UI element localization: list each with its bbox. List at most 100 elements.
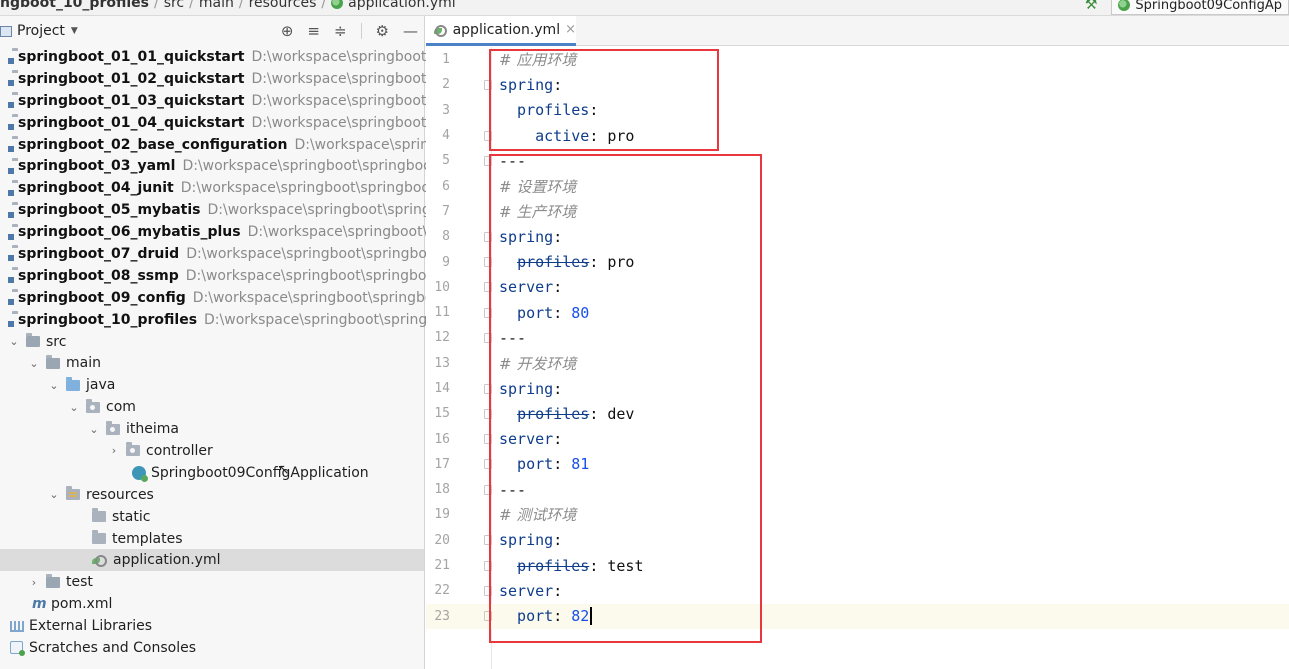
fold-marker-icon[interactable] [484, 257, 492, 268]
expand-all-icon[interactable]: ≡ [307, 22, 320, 40]
tree-node-src[interactable]: ⌄ src [0, 331, 424, 353]
tree-node-controller[interactable]: › controller [0, 440, 424, 462]
module-row[interactable]: springboot_01_01_quickstart D:\workspace\… [0, 46, 438, 68]
run-configuration-selector[interactable]: Springboot09ConfigAp [1111, 0, 1289, 15]
chevron-down-icon[interactable]: ⌄ [48, 379, 60, 392]
code-line[interactable]: 19 # 测试环境 [426, 502, 1289, 527]
module-row[interactable]: springboot_07_druid D:\workspace\springbo… [0, 243, 435, 265]
code-line[interactable]: 10 server: [426, 275, 1289, 300]
fold-marker-icon[interactable] [484, 332, 492, 343]
tree-node-test[interactable]: › test [0, 571, 424, 593]
code-line[interactable]: 9 profiles: pro [426, 249, 1289, 274]
fold-marker-icon[interactable] [484, 434, 492, 445]
tree-node-application-class[interactable]: Springboot09ConfigApplication ↖ [0, 462, 424, 484]
code-line[interactable]: 4 active: pro [426, 123, 1289, 148]
chevron-down-icon[interactable]: ⌄ [8, 335, 20, 348]
code-line[interactable]: 5 --- [426, 148, 1289, 173]
breadcrumb-item-file[interactable]: application.yml [348, 0, 456, 11]
code-editor[interactable]: 1 # 应用环境 2 spring: 3 profiles: 4 active: pro 5… [426, 47, 1289, 629]
module-row[interactable]: springboot_01_02_quickstart D:\workspace\… [0, 68, 438, 90]
breadcrumb-item-main[interactable]: main [199, 0, 234, 11]
chevron-right-icon[interactable]: › [28, 576, 40, 589]
tree-node-java[interactable]: ⌄ java [0, 374, 424, 396]
fold-marker-icon[interactable] [484, 307, 492, 318]
tree-node-scratches[interactable]: Scratches and Consoles [0, 637, 424, 659]
fold-marker-icon[interactable] [484, 231, 492, 242]
code-line[interactable]: 15 profiles: dev [426, 401, 1289, 426]
code-line[interactable]: 13 # 开发环境 [426, 351, 1289, 376]
tree-node-application-yml[interactable]: application.yml [0, 549, 424, 572]
yaml-file-icon [434, 24, 448, 37]
module-row[interactable]: springboot_03_yaml D:\workspace\springboo… [0, 155, 432, 177]
fold-marker-icon[interactable] [484, 130, 492, 141]
collapse-all-icon[interactable]: ≑ [334, 22, 347, 40]
tree-node-static[interactable]: static [0, 506, 424, 528]
module-row[interactable]: springboot_01_03_quickstart D:\workspace\… [0, 90, 438, 112]
code-line[interactable]: 21 profiles: test [426, 553, 1289, 578]
code-line[interactable]: 22 server: [426, 578, 1289, 603]
tree-node-label: templates [112, 530, 183, 547]
fold-marker-icon[interactable] [484, 383, 492, 394]
line-number: 5 [442, 153, 450, 169]
fold-marker-icon[interactable] [484, 155, 492, 166]
code-line[interactable]: 23 port: 82 [426, 603, 1289, 629]
code-line[interactable]: 1 # 应用环境 [426, 47, 1289, 72]
module-row[interactable]: springboot_08_ssmp D:\workspace\springboo… [0, 265, 434, 287]
chevron-right-icon[interactable]: › [108, 444, 120, 457]
code-line[interactable]: 7 # 生产环境 [426, 199, 1289, 224]
code-line[interactable]: 3 profiles: [426, 98, 1289, 123]
code-token: port [499, 606, 554, 625]
fold-marker-icon[interactable] [484, 535, 492, 546]
fold-marker-icon[interactable] [484, 459, 492, 470]
code-line[interactable]: 16 server: [426, 426, 1289, 451]
module-row[interactable]: springboot_05_mybatis D:\workspace\spring… [0, 199, 440, 221]
chevron-down-icon[interactable]: ⌄ [88, 423, 100, 436]
project-view-selector[interactable]: Project ▼ [0, 23, 78, 39]
breadcrumb-item-project[interactable]: ngboot_10_profiles [0, 0, 149, 11]
breadcrumb-item-src[interactable]: src [164, 0, 184, 11]
tree-node-main[interactable]: ⌄ main [0, 352, 424, 374]
code-line[interactable]: 12 --- [426, 325, 1289, 350]
code-token: : [553, 227, 563, 246]
fold-marker-icon[interactable] [484, 560, 492, 571]
fold-marker-icon[interactable] [484, 484, 492, 495]
module-name: springboot_09_config [18, 289, 186, 306]
module-row[interactable]: springboot_02_base_configuration D:\works… [0, 134, 447, 156]
tree-node-resources[interactable]: ⌄ resources [0, 484, 424, 506]
hide-icon[interactable]: — [403, 22, 418, 40]
module-row[interactable]: springboot_10_profiles D:\workspace\sprin… [0, 309, 436, 331]
chevron-down-icon[interactable]: ⌄ [48, 488, 60, 501]
code-line[interactable]: 17 port: 81 [426, 452, 1289, 477]
tree-node-pom[interactable]: m pom.xml [0, 593, 424, 615]
code-line[interactable]: 2 spring: [426, 72, 1289, 97]
tree-node-com[interactable]: ⌄ com [0, 396, 424, 418]
locate-file-icon[interactable]: ⊕ [281, 22, 294, 40]
fold-marker-icon[interactable] [484, 585, 492, 596]
code-line[interactable]: 20 spring: [426, 528, 1289, 553]
fold-marker-icon[interactable] [484, 79, 492, 90]
code-line[interactable]: 8 spring: [426, 224, 1289, 249]
code-text: server: [499, 430, 562, 448]
tree-node-itheima[interactable]: ⌄ itheima [0, 418, 424, 440]
chevron-down-icon[interactable]: ⌄ [68, 401, 80, 414]
module-row[interactable]: springboot_04_junit D:\workspace\springbo… [0, 177, 430, 199]
module-row[interactable]: springboot_09_config D:\workspace\springb… [0, 287, 434, 309]
fold-marker-icon[interactable] [484, 611, 492, 622]
tree-node-templates[interactable]: templates [0, 528, 424, 550]
code-line[interactable]: 11 port: 80 [426, 300, 1289, 325]
code-line[interactable]: 6 # 设置环境 [426, 173, 1289, 198]
chevron-down-icon[interactable]: ⌄ [28, 357, 40, 370]
breadcrumb-item-resources[interactable]: resources [249, 0, 317, 11]
module-row[interactable]: springboot_01_04_quickstart D:\workspace\… [0, 112, 438, 134]
tree-node-external-libraries[interactable]: External Libraries [0, 615, 424, 637]
gear-icon[interactable]: ⚙ [376, 22, 389, 40]
module-row[interactable]: springboot_06_mybatis_plus D:\workspace\s… [0, 221, 443, 243]
code-line[interactable]: 18 --- [426, 477, 1289, 502]
tab-application-yml[interactable]: application.yml × [426, 16, 576, 46]
fold-marker-icon[interactable] [484, 408, 492, 419]
close-icon[interactable]: × [565, 22, 576, 37]
fold-marker-icon[interactable] [484, 282, 492, 293]
build-hammer-icon[interactable]: ⚒ [1085, 0, 1098, 13]
code-line[interactable]: 14 spring: [426, 376, 1289, 401]
